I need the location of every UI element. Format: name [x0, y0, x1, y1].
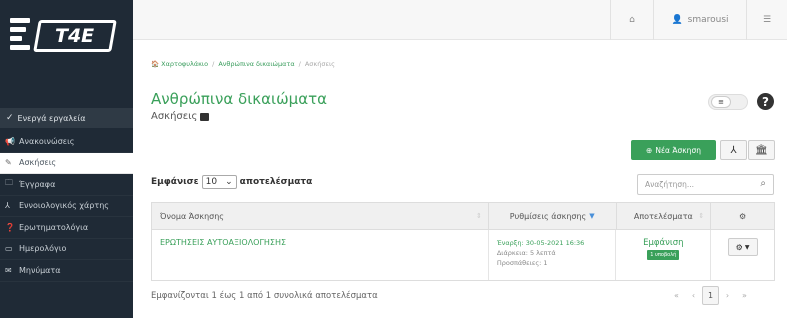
submissions-badge: 1 υποβολή — [647, 250, 680, 260]
exercise-results-cell: Εμφάνιση 1 υποβολή — [616, 230, 712, 280]
categories-button[interactable]: ⅄ — [720, 140, 747, 160]
exercise-start: Έναρξη: 30-05-2021 16:36 — [496, 239, 585, 247]
question-bank-button[interactable]: 🏛 — [748, 140, 775, 160]
breadcrumb-current: Ασκήσεις — [304, 60, 335, 68]
exercise-settings-cell: Έναρξη: 30-05-2021 16:36 Διάρκεια: 5 λεπ… — [489, 230, 617, 280]
home-button[interactable]: ⌂ — [610, 0, 653, 40]
column-header-settings[interactable]: Ρυθμίσεις άσκησης ▼ — [489, 203, 617, 229]
user-menu-button[interactable]: 👤 smarousi — [653, 0, 746, 40]
exercise-actions-cell: ⚙ ▼ — [711, 230, 774, 280]
breadcrumb-course[interactable]: Ανθρώπινα δικαιώματα — [218, 60, 294, 68]
exercise-name-cell: ΕΡΩΤΗΣΕΙΣ ΑΥΤΟΑΞΙΟΛΟΓΗΣΗΣ — [152, 230, 489, 280]
column-header-results[interactable]: Αποτελέσματα ⇕ — [617, 203, 712, 229]
sidebar-item-calendar[interactable]: ▭ Ημερολόγιο — [0, 239, 133, 260]
sidebar-item-concept-map[interactable]: ⅄ Εννοιολογικός χάρτης — [0, 196, 133, 217]
user-icon: 👤 — [671, 15, 683, 25]
exercises-table: Όνομα Άσκησης ⇕ Ρυθμίσεις άσκησης ▼ Αποτελ… — [151, 202, 775, 281]
folder-icon: 🗀 — [5, 178, 13, 188]
plus-circle-icon: ⊕ — [646, 145, 653, 155]
edit-icon: ✎ — [5, 158, 12, 168]
table-header: Όνομα Άσκησης ⇕ Ρυθμίσεις άσκησης ▼ Αποτελ… — [152, 203, 774, 230]
settings-menu-button[interactable]: ☰ — [746, 0, 787, 40]
sidebar-item-messages[interactable]: ✉ Μηνύματα — [0, 260, 133, 282]
column-header-actions: ⚙ — [711, 203, 774, 229]
calendar-icon: ▭ — [5, 244, 13, 254]
sidebar-item-announcements[interactable]: 📢 Ανακοινώσεις — [0, 131, 133, 153]
gears-icon: ⚙ — [739, 211, 747, 221]
exercise-duration: Διάρκεια: 5 λεπτά — [496, 249, 556, 257]
exercise-attempts: Προσπάθειες: 1 — [496, 259, 548, 267]
sidebar-item-label: Ερωτηματολόγια — [19, 222, 89, 232]
table-row: ΕΡΩΤΗΣΕΙΣ ΑΥΤΟΑΞΙΟΛΟΓΗΣΗΣ Έναρξη: 30-05-… — [152, 230, 774, 280]
sidebar-item-label: Μηνύματα — [19, 265, 61, 275]
gear-icon: ⚙ — [735, 242, 743, 252]
last-page-button[interactable]: » — [736, 286, 753, 305]
new-exercise-button[interactable]: ⊕ Νέα Άσκηση — [631, 140, 716, 160]
sidebar-item-label: Ανακοινώσεις — [19, 136, 75, 146]
table-info: Εμφανίζονται 1 έως 1 από 1 συνολικά αποτ… — [151, 291, 378, 301]
question-icon: ❓ — [5, 222, 15, 232]
sidebar: T4E ✓ Ενεργά εργαλεία 📢 Ανακοινώσεις ✎ Α… — [0, 0, 133, 318]
page-length-select[interactable]: 10 ⌄ — [201, 175, 237, 189]
column-header-name[interactable]: Όνομα Άσκησης ⇕ — [152, 203, 489, 229]
sidebar-section-label: Ενεργά εργαλεία — [17, 113, 86, 123]
help-icon[interactable]: ? — [757, 93, 774, 110]
chevron-down-icon: ⌄ — [225, 177, 233, 187]
sidebar-item-documents[interactable]: 🗀 Έγγραφα — [0, 174, 133, 196]
sidebar-item-exercises[interactable]: ✎ Ασκήσεις — [0, 152, 133, 174]
sidebar-item-label: Ασκήσεις — [19, 158, 57, 168]
sidebar-item-label: Ημερολόγιο — [19, 244, 67, 254]
breadcrumb-home[interactable]: 🏠 Χαρτοφυλάκιο — [151, 60, 208, 68]
sitemap-icon: ⅄ — [5, 201, 10, 211]
megaphone-icon: 📢 — [5, 136, 15, 146]
search-input[interactable]: Αναζήτηση... ⌕ — [637, 174, 774, 195]
logo-bars — [10, 18, 32, 52]
envelope-icon: ✉ — [5, 265, 12, 275]
username: smarousi — [687, 15, 729, 25]
sidebar-item-questionnaires[interactable]: ❓ Ερωτηματολόγια — [0, 217, 133, 239]
row-actions-dropdown[interactable]: ⚙ ▼ — [727, 238, 758, 256]
sidebar-item-label: Έγγραφα — [19, 179, 56, 189]
sidebar-items: 📢 Ανακοινώσεις ✎ Ασκήσεις 🗀 Έγγραφα ⅄ Εν… — [0, 131, 133, 282]
view-toggle[interactable]: ≡ — [708, 94, 748, 110]
exercise-name-link[interactable]: ΕΡΩΤΗΣΕΙΣ ΑΥΤΟΑΞΙΟΛΟΓΗΣΗΣ — [160, 238, 286, 247]
bank-icon: 🏛 — [755, 144, 768, 156]
page-title: Ανθρώπινα δικαιώματα — [151, 90, 328, 108]
next-page-button[interactable]: › — [719, 286, 736, 305]
logo-box: T4E — [33, 20, 117, 52]
topbar: ⌂ 👤 smarousi ☰ — [133, 0, 787, 40]
first-page-button[interactable]: « — [668, 286, 685, 305]
logo-text: T4E — [55, 25, 95, 47]
page-subtitle: Ασκήσεις — [151, 111, 210, 122]
check-icon: ✓ — [6, 113, 14, 123]
show-results-link[interactable]: Εμφάνιση — [624, 238, 702, 248]
book-icon — [200, 112, 210, 121]
length-menu: Εμφάνισε 10 ⌄ αποτελέσματα — [151, 175, 313, 189]
pagination: « ‹ 1 › » — [668, 286, 753, 305]
search-icon: ⌕ — [760, 178, 766, 189]
toggle-knob-icon: ≡ — [711, 96, 731, 108]
home-icon: ⌂ — [629, 15, 635, 25]
prev-page-button[interactable]: ‹ — [685, 286, 702, 305]
breadcrumb: 🏠 Χαρτοφυλάκιο / Ανθρώπινα δικαιώματα / … — [151, 60, 335, 68]
page-button-current[interactable]: 1 — [702, 286, 719, 305]
sliders-icon: ☰ — [762, 15, 772, 25]
caret-down-icon: ▼ — [744, 243, 750, 251]
sidebar-item-label: Εννοιολογικός χάρτης — [19, 201, 109, 211]
logo[interactable]: T4E — [10, 12, 122, 58]
sitemap-icon: ⅄ — [730, 144, 737, 156]
sidebar-section-active-tools[interactable]: ✓ Ενεργά εργαλεία — [0, 108, 133, 128]
